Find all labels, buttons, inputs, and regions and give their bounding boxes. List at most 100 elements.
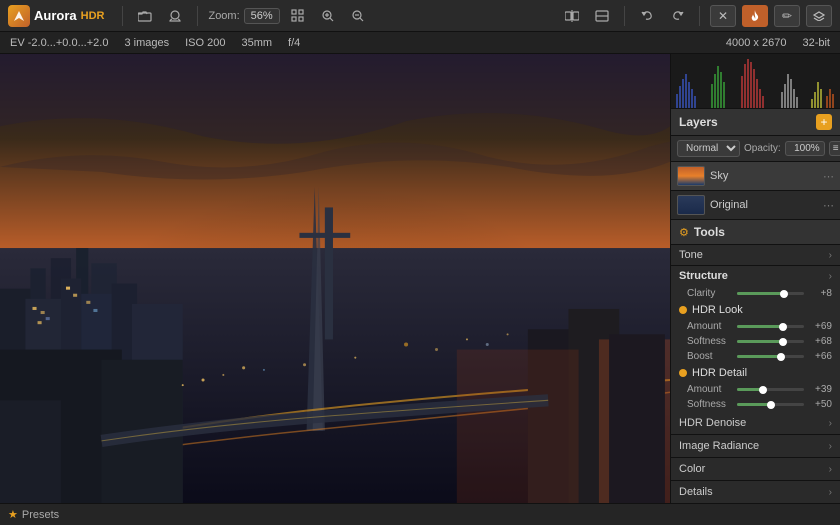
- image-radiance-label: Image Radiance: [679, 440, 759, 452]
- details-label: Details: [679, 486, 713, 498]
- hdr-look-softness-value: +68: [808, 336, 832, 347]
- open-file-button[interactable]: [133, 4, 157, 28]
- tone-item[interactable]: Tone ›: [671, 245, 840, 266]
- histogram: [671, 54, 840, 109]
- star-icon: ★: [8, 508, 18, 521]
- layers-title: Layers: [679, 115, 718, 129]
- hdr-denoise-label: HDR Denoise: [679, 417, 746, 429]
- hdr-look-softness-label: Softness: [687, 336, 733, 347]
- zoom-value[interactable]: 56%: [244, 8, 280, 24]
- clarity-track[interactable]: [737, 292, 804, 295]
- focal-info: 35mm: [241, 37, 272, 49]
- tools-title: Tools: [694, 225, 725, 239]
- bottom-bar: ★ Presets: [0, 503, 840, 525]
- image-radiance-item[interactable]: Image Radiance ›: [671, 435, 840, 458]
- hdr-detail-label: HDR Detail: [692, 367, 747, 379]
- iso-info: ISO 200: [185, 37, 225, 49]
- image-radiance-chevron: ›: [829, 441, 832, 452]
- add-layer-button[interactable]: +: [816, 114, 832, 130]
- clarity-label: Clarity: [687, 288, 733, 299]
- hdr-look-amount-row: Amount +69: [671, 319, 840, 334]
- details-item[interactable]: Details ›: [671, 481, 840, 503]
- view-toggle-button[interactable]: [590, 4, 614, 28]
- blend-mode-select[interactable]: Normal: [677, 140, 740, 157]
- aperture-info: f/4: [288, 37, 300, 49]
- main-content: Layers + Normal Opacity: ≡ Sky ⋯ Origina…: [0, 54, 840, 503]
- images-info: 3 images: [124, 37, 169, 49]
- logo-icon: [8, 5, 30, 27]
- tone-label: Tone: [679, 249, 703, 261]
- toolbar-separator-1: [122, 6, 123, 26]
- toolbar-right: ✕ ✏: [710, 5, 832, 27]
- hdr-look-amount-track[interactable]: [737, 325, 804, 328]
- hdr-look-boost-track[interactable]: [737, 355, 804, 358]
- clarity-fill: [737, 292, 784, 295]
- hdr-look-header[interactable]: HDR Look: [671, 301, 840, 319]
- hdr-detail-amount-track[interactable]: [737, 388, 804, 391]
- export-button[interactable]: [163, 4, 187, 28]
- color-item[interactable]: Color ›: [671, 458, 840, 481]
- ev-info: EV -2.0...+0.0...+2.0: [10, 37, 108, 49]
- info-bar: EV -2.0...+0.0...+2.0 3 images ISO 200 3…: [0, 32, 840, 54]
- zoom-in-button[interactable]: [316, 4, 340, 28]
- hdr-detail-amount-row: Amount +39: [671, 382, 840, 397]
- zoom-label: Zoom:: [208, 10, 239, 22]
- presets-bar[interactable]: ★ Presets: [8, 508, 59, 521]
- hdr-look-amount-value: +69: [808, 321, 832, 332]
- pen-tool[interactable]: ✏: [774, 5, 800, 27]
- details-chevron: ›: [829, 487, 832, 498]
- color-label: Color: [679, 463, 705, 475]
- zoom-out-button[interactable]: [346, 4, 370, 28]
- hdr-detail-amount-label: Amount: [687, 384, 733, 395]
- hdr-detail-header[interactable]: HDR Detail: [671, 364, 840, 382]
- opacity-input[interactable]: [785, 141, 825, 156]
- bit-depth: 32-bit: [802, 37, 830, 49]
- zoom-control: Zoom: 56%: [208, 8, 279, 24]
- layer-sky-thumb: [677, 166, 705, 186]
- hdr-detail-softness-label: Softness: [687, 399, 733, 410]
- color-chevron: ›: [829, 464, 832, 475]
- presets-label: Presets: [22, 509, 59, 521]
- image-dimensions: 4000 x 2670: [726, 37, 787, 49]
- hdr-look-boost-row: Boost +66: [671, 349, 840, 364]
- layer-original-thumb: [677, 195, 705, 215]
- hdr-look-softness-row: Softness +68: [671, 334, 840, 349]
- top-toolbar: Aurora HDR Zoom: 56% ✕ ✏: [0, 0, 840, 32]
- image-area[interactable]: [0, 54, 670, 503]
- redo-button[interactable]: [665, 4, 689, 28]
- structure-header[interactable]: Structure ›: [671, 266, 840, 286]
- layers-panel: Layers + Normal Opacity: ≡ Sky ⋯ Origina…: [671, 109, 840, 220]
- hdr-look-boost-label: Boost: [687, 351, 733, 362]
- layer-sky-name: Sky: [710, 170, 818, 182]
- layer-sky-options[interactable]: ⋯: [823, 170, 834, 183]
- layer-menu-button[interactable]: ≡: [829, 141, 840, 156]
- layer-original[interactable]: Original ⋯: [671, 191, 840, 220]
- hdr-detail-softness-track[interactable]: [737, 403, 804, 406]
- structure-chevron: ›: [829, 271, 832, 282]
- toolbar-separator-4: [699, 6, 700, 26]
- zoom-fit-button[interactable]: [286, 4, 310, 28]
- app-logo: Aurora HDR: [8, 5, 104, 27]
- clarity-thumb: [780, 290, 788, 298]
- compare-button[interactable]: [560, 4, 584, 28]
- tools-icon: ⚙: [679, 226, 689, 239]
- hdr-denoise-item[interactable]: HDR Denoise ›: [671, 412, 840, 435]
- clarity-slider-row: Clarity +8: [671, 286, 840, 301]
- hdr-look-softness-track[interactable]: [737, 340, 804, 343]
- hdr-look-boost-value: +66: [808, 351, 832, 362]
- hdr-detail-dot: [679, 369, 687, 377]
- tools-header[interactable]: ⚙ Tools: [671, 220, 840, 245]
- layer-original-name: Original: [710, 199, 818, 211]
- undo-button[interactable]: [635, 4, 659, 28]
- toolbar-separator-3: [624, 6, 625, 26]
- hdr-look-amount-label: Amount: [687, 321, 733, 332]
- hdr-look-label: HDR Look: [692, 304, 743, 316]
- hdr-denoise-chevron: ›: [829, 418, 832, 429]
- app-name: Aurora: [34, 8, 77, 23]
- layer-sky[interactable]: Sky ⋯: [671, 162, 840, 191]
- layers-tool[interactable]: [806, 5, 832, 27]
- eraser-tool[interactable]: ✕: [710, 5, 736, 27]
- flame-tool[interactable]: [742, 5, 768, 27]
- layer-original-options[interactable]: ⋯: [823, 199, 834, 212]
- structure-label: Structure: [679, 270, 728, 282]
